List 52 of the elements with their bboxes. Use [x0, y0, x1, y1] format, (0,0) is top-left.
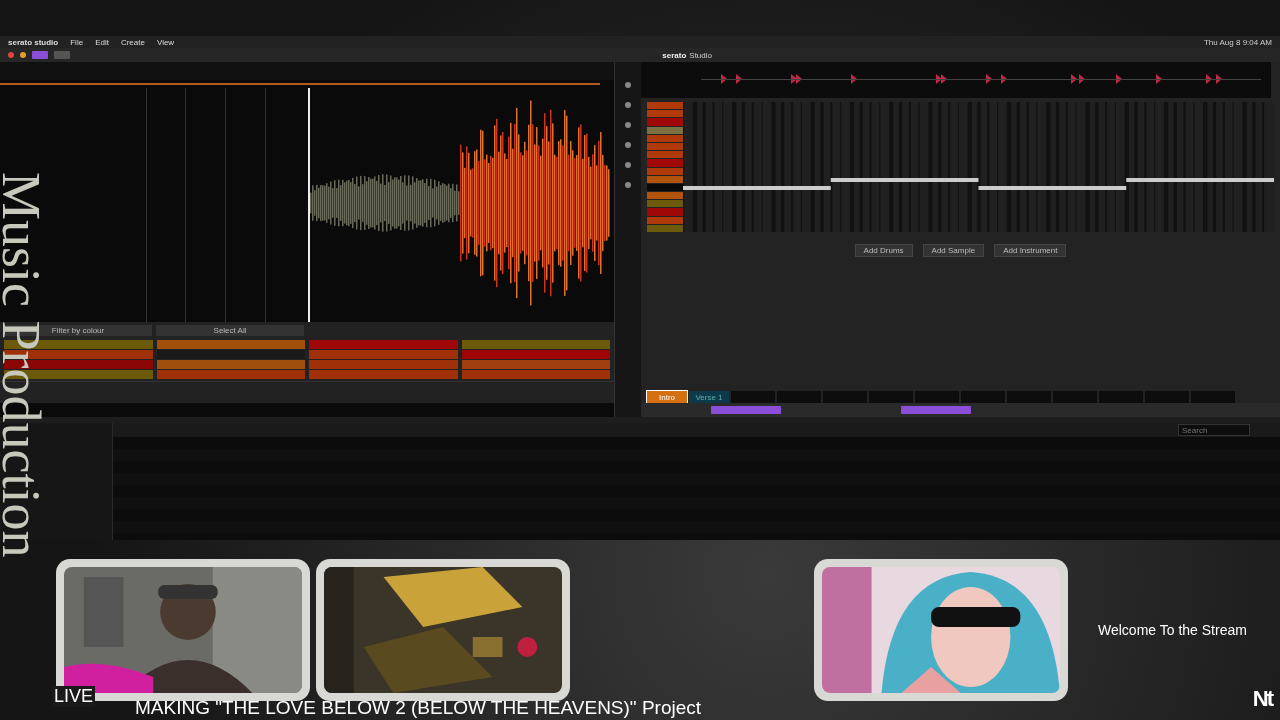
menu-item[interactable]: File	[70, 37, 84, 47]
knob-icon[interactable]	[625, 82, 631, 88]
select-all-button[interactable]: Select All	[156, 325, 304, 336]
live-label: LIVE	[52, 686, 96, 707]
drum-lane[interactable]	[647, 126, 683, 134]
welcome-text: Welcome To the Stream	[1098, 622, 1247, 638]
knob-icon[interactable]	[625, 122, 631, 128]
drum-lane[interactable]	[647, 142, 683, 151]
menu-item[interactable]: View	[156, 37, 175, 47]
project-title: MAKING "THE LOVE BELOW 2 (BELOW THE HEAVENS)" Project	[135, 697, 702, 719]
scene-slot[interactable]	[1099, 391, 1143, 403]
clock: Thu Aug 8 9:04 AM	[1203, 37, 1272, 47]
drum-lane[interactable]	[647, 134, 683, 142]
drum-lane[interactable]	[647, 151, 683, 159]
instrument-selector[interactable]	[711, 406, 781, 414]
knob-icon[interactable]	[625, 102, 631, 108]
scene-slot[interactable]	[1007, 391, 1051, 403]
instrument-selector[interactable]	[901, 406, 971, 414]
knob-icon[interactable]	[625, 182, 631, 188]
knob-icon[interactable]	[625, 142, 631, 148]
drum-lane[interactable]	[647, 192, 683, 200]
scene-slot[interactable]	[1145, 391, 1189, 403]
scene-slot[interactable]	[823, 391, 867, 403]
close-icon[interactable]	[8, 52, 14, 58]
toolbar-button[interactable]	[32, 51, 48, 59]
scene-slot[interactable]	[961, 391, 1005, 403]
drum-lane[interactable]	[647, 102, 683, 110]
app-logo: serato Studio	[662, 50, 712, 60]
add-button[interactable]: Add Sample	[922, 244, 985, 257]
add-button[interactable]: Add Instrument	[994, 244, 1067, 257]
menu-item[interactable]: Edit	[95, 37, 109, 47]
scene-slot[interactable]	[731, 391, 775, 403]
drum-lane[interactable]	[647, 110, 683, 118]
toolbar-button[interactable]	[54, 51, 70, 59]
knob-icon[interactable]	[625, 162, 631, 168]
menu-item[interactable]: Create	[120, 37, 145, 47]
scene-slot[interactable]	[869, 391, 913, 403]
add-button[interactable]: Add Drums	[854, 244, 913, 257]
drum-lane[interactable]	[647, 175, 683, 183]
drum-lane[interactable]	[647, 224, 683, 232]
app-name[interactable]: serato studio	[8, 37, 59, 47]
scene-slot[interactable]	[777, 391, 821, 403]
drum-lane[interactable]	[647, 216, 683, 224]
scene-slot[interactable]	[1053, 391, 1097, 403]
search-field[interactable]: Search	[1178, 424, 1250, 436]
scene-button[interactable]: Verse 1	[689, 391, 729, 403]
drum-lane[interactable]	[647, 200, 683, 208]
scene-slot[interactable]	[1191, 391, 1235, 403]
minimize-icon[interactable]	[20, 52, 26, 58]
drum-lane[interactable]	[647, 167, 683, 175]
channel-logo: Nt	[1252, 686, 1272, 712]
scene-slot[interactable]	[915, 391, 959, 403]
